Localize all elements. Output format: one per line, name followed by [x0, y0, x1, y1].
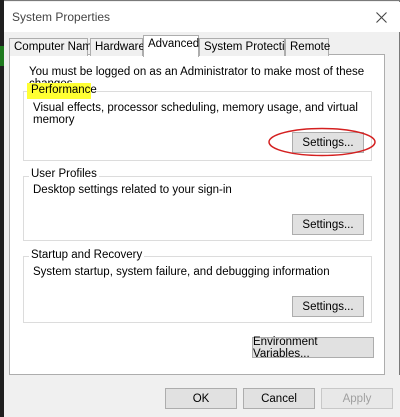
system-properties-window: System Properties Computer Name Hardware… [0, 0, 400, 417]
tab-hardware[interactable]: Hardware [90, 38, 145, 56]
startup-recovery-label: Startup and Recovery [29, 249, 145, 261]
window-title: System Properties [12, 10, 111, 24]
startup-recovery-settings-button[interactable]: Settings... [292, 296, 364, 317]
user-profiles-settings-button[interactable]: Settings... [292, 214, 364, 235]
tab-computer-name[interactable]: Computer Name [9, 38, 98, 56]
performance-description: Visual effects, processor scheduling, me… [33, 102, 358, 126]
close-button[interactable] [368, 5, 394, 29]
performance-label: Performance [31, 84, 97, 96]
ok-button[interactable]: OK [165, 388, 237, 409]
tab-strip: Computer Name Hardware Advanced System P… [9, 35, 393, 57]
user-profiles-label: User Profiles [29, 168, 99, 180]
cancel-button[interactable]: Cancel [243, 388, 315, 409]
apply-button[interactable]: Apply [321, 388, 393, 409]
annotation-ellipse [268, 127, 376, 157]
background-green-mark [0, 46, 4, 66]
user-profiles-description: Desktop settings related to your sign-in [33, 184, 232, 196]
close-icon [375, 11, 387, 23]
tab-remote[interactable]: Remote [285, 38, 330, 56]
startup-recovery-description: System startup, system failure, and debu… [33, 266, 330, 278]
environment-variables-button[interactable]: Environment Variables... [252, 336, 374, 360]
background-window-edge [0, 0, 4, 417]
tab-system-protection[interactable]: System Protection [199, 38, 297, 56]
title-bar: System Properties [2, 2, 400, 32]
tab-advanced[interactable]: Advanced [143, 35, 199, 57]
